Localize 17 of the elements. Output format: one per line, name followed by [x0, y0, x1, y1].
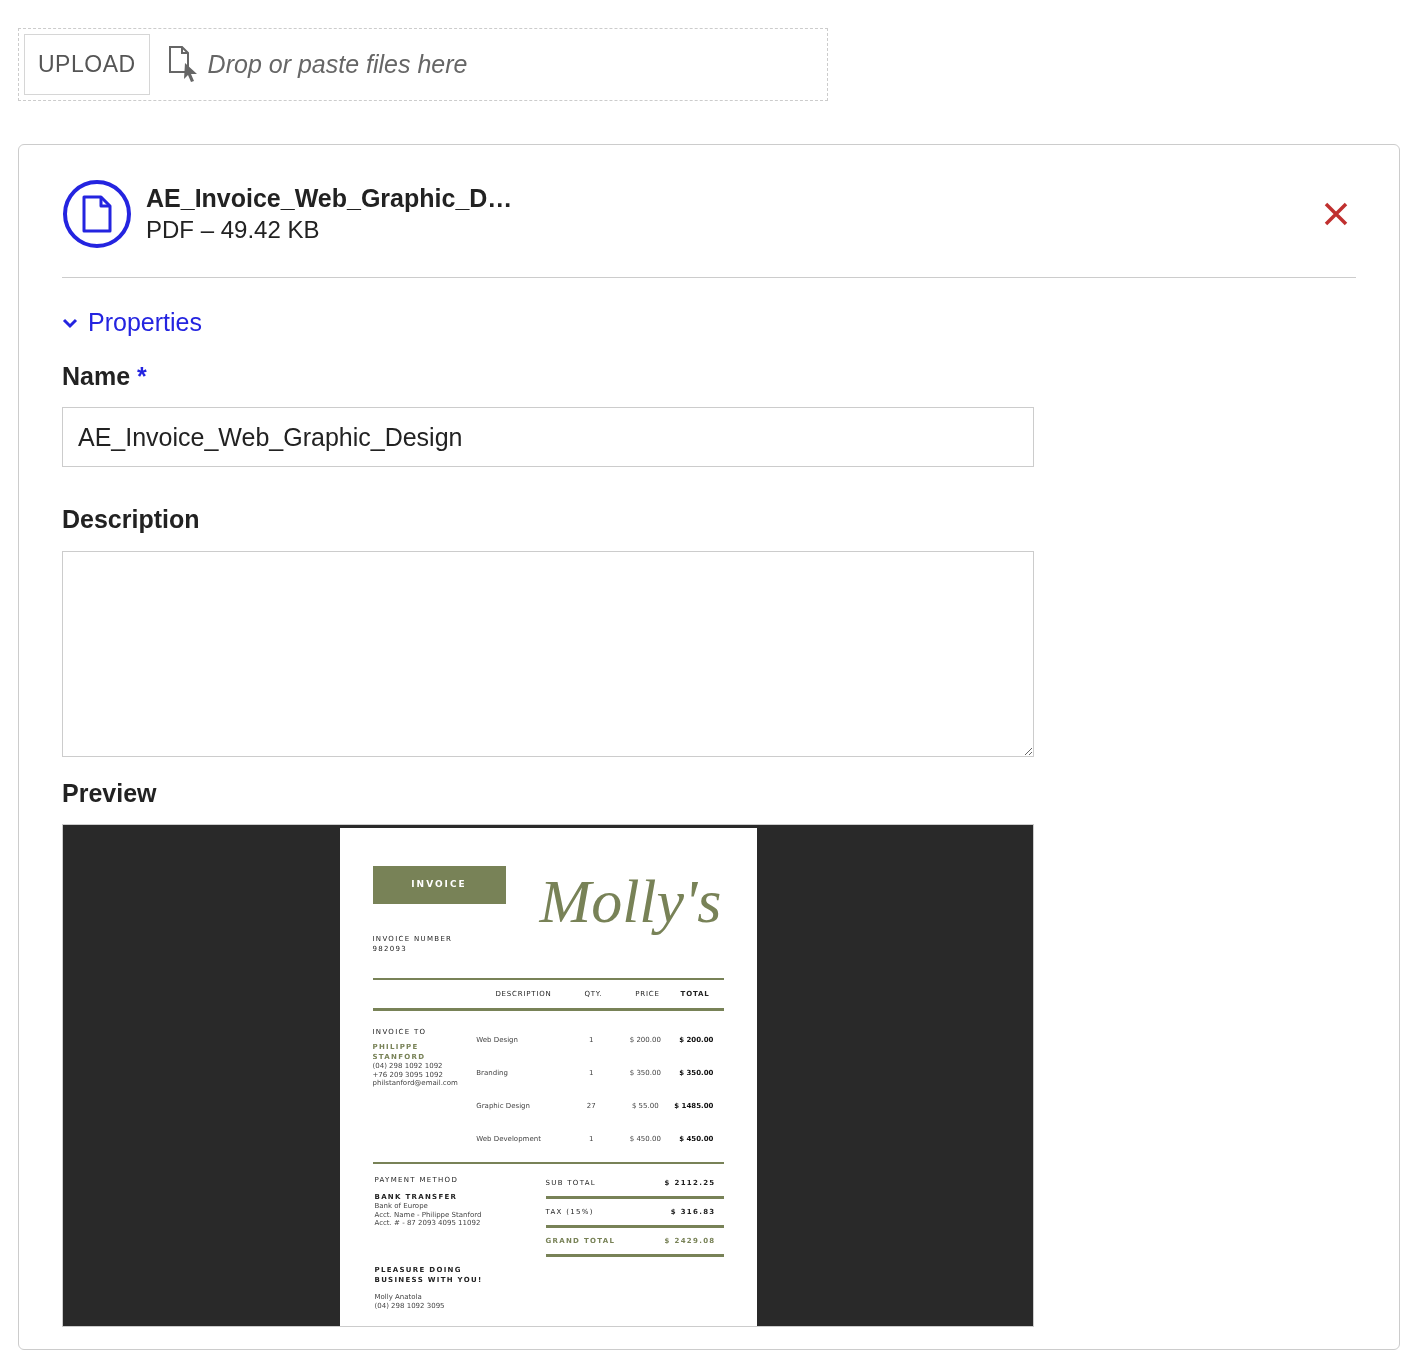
drop-zone[interactable]: UPLOAD Drop or paste files here [18, 28, 828, 101]
file-meta: PDF – 49.42 KB [146, 214, 321, 245]
drop-hint: Drop or paste files here [207, 48, 468, 80]
required-mark: * [137, 361, 147, 390]
invoice-banner: INVOICE [372, 866, 506, 904]
description-field[interactable] [62, 550, 1034, 757]
properties-toggle[interactable]: Properties [62, 304, 202, 342]
document-icon [62, 179, 132, 249]
name-field[interactable]: AE_Invoice_Web_Graphic_Design [62, 407, 1034, 467]
chevron-down-icon [62, 316, 78, 329]
close-button[interactable] [1324, 201, 1348, 227]
field-label: Description [62, 505, 200, 533]
logo-text: Molly's [539, 870, 722, 937]
upload-button[interactable]: UPLOAD [24, 34, 150, 95]
field-label: Name [62, 361, 131, 390]
file-name: AE_Invoice_Web_Graphic_D… [146, 183, 514, 215]
preview-label: Preview [62, 778, 157, 807]
